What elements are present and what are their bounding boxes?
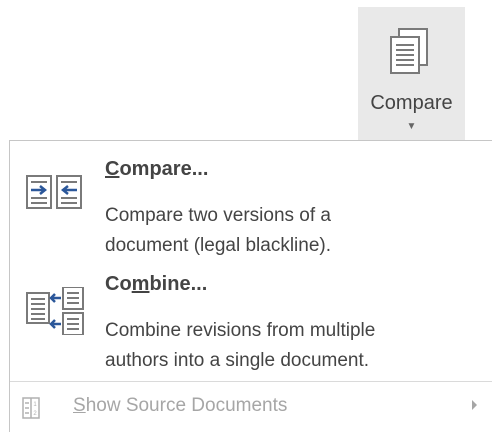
- compare-title: Compare...: [105, 158, 209, 180]
- compare-dropdown-menu: Compare... Compare two versions of a doc…: [9, 140, 492, 432]
- show-source-documents-label: Show Source Documents: [73, 395, 288, 416]
- compare-icon: [26, 175, 82, 209]
- combine-title: Combine...: [105, 273, 208, 295]
- compare-ui: Compare ▼ Compare... Compare two version…: [0, 0, 493, 433]
- chevron-right-icon: [472, 400, 477, 410]
- compare-ribbon-button[interactable]: Compare ▼: [358, 7, 465, 140]
- combine-icon: [26, 287, 84, 335]
- chevron-down-icon[interactable]: ▼: [358, 121, 465, 132]
- menu-separator: [10, 381, 492, 382]
- combine-description: Combine revisions from multiple authors …: [105, 320, 376, 371]
- compare-documents-icon: [390, 28, 428, 74]
- menu-item-compare[interactable]: Compare... Compare two versions of a doc…: [10, 158, 492, 273]
- source-documents-icon: 1 2: [22, 397, 40, 419]
- menu-item-show-source-documents[interactable]: 1 2 Show Source Documents: [10, 387, 492, 427]
- compare-ribbon-label: Compare: [370, 92, 453, 114]
- menu-item-combine[interactable]: Combine... Combine revisions from multip…: [10, 273, 492, 388]
- compare-description: Compare two versions of a document (lega…: [105, 205, 332, 256]
